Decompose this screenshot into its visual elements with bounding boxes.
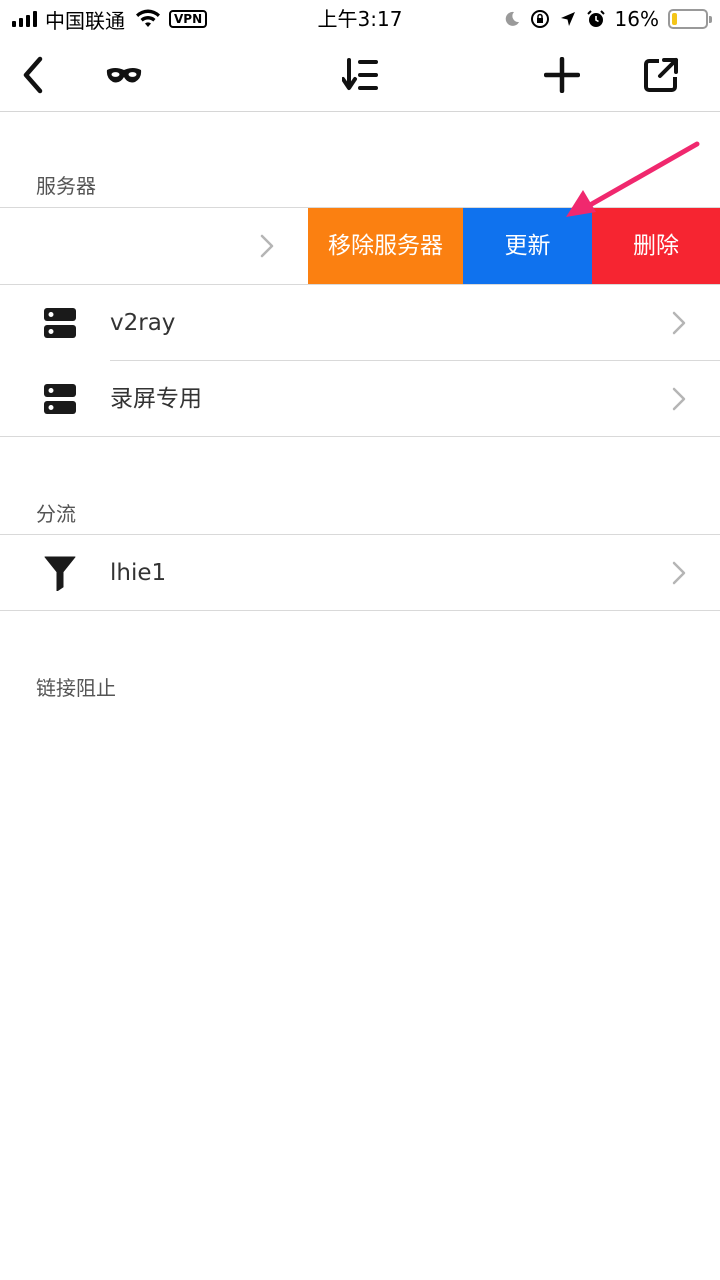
swiped-server-row[interactable]: 移除服务器 更新 删除 [0, 208, 720, 284]
routing-section-title: 分流 [36, 502, 76, 526]
server-icon [40, 303, 80, 343]
annotation-arrow [566, 141, 700, 217]
vpn-badge: VPN [169, 10, 208, 28]
routing-item-lhie1[interactable]: lhie1 [0, 535, 720, 611]
delete-button[interactable]: 删除 [592, 208, 720, 284]
swiped-row-content[interactable] [0, 208, 308, 284]
moon-icon [505, 11, 519, 26]
routing-name: lhie1 [110, 560, 167, 586]
plus-icon[interactable] [537, 50, 587, 100]
orientation-lock-icon [530, 10, 549, 28]
server-icon [40, 379, 80, 419]
servers-section-title: 服务器 [36, 174, 96, 198]
chevron-right-icon [672, 561, 686, 585]
divider [0, 436, 720, 437]
chevron-right-icon [260, 234, 274, 258]
server-item-v2ray[interactable]: v2ray [0, 285, 720, 361]
remove-server-button[interactable]: 移除服务器 [308, 208, 463, 284]
signal-icon [12, 11, 37, 27]
server-name: v2ray [110, 310, 176, 336]
chevron-right-icon [672, 387, 686, 411]
share-icon[interactable] [636, 50, 686, 100]
battery-percent: 16% [614, 7, 659, 31]
server-item-recording[interactable]: 录屏专用 [0, 361, 720, 437]
nav-bar [0, 38, 720, 112]
divider [0, 610, 720, 611]
carrier-name: 中国联通 [45, 8, 125, 33]
location-icon [560, 12, 575, 26]
server-name: 录屏专用 [110, 386, 202, 412]
chevron-right-icon [672, 311, 686, 335]
status-bar: 中国联通 VPN 上午3:17 16% [0, 0, 720, 38]
mask-icon[interactable] [99, 50, 149, 100]
sort-icon[interactable] [335, 50, 385, 100]
back-icon[interactable] [8, 50, 58, 100]
update-button[interactable]: 更新 [463, 208, 592, 284]
alarm-icon [586, 10, 605, 27]
battery-icon [668, 9, 712, 29]
wifi-icon [136, 9, 160, 27]
block-section-title: 链接阻止 [36, 676, 116, 700]
filter-icon [40, 553, 80, 593]
